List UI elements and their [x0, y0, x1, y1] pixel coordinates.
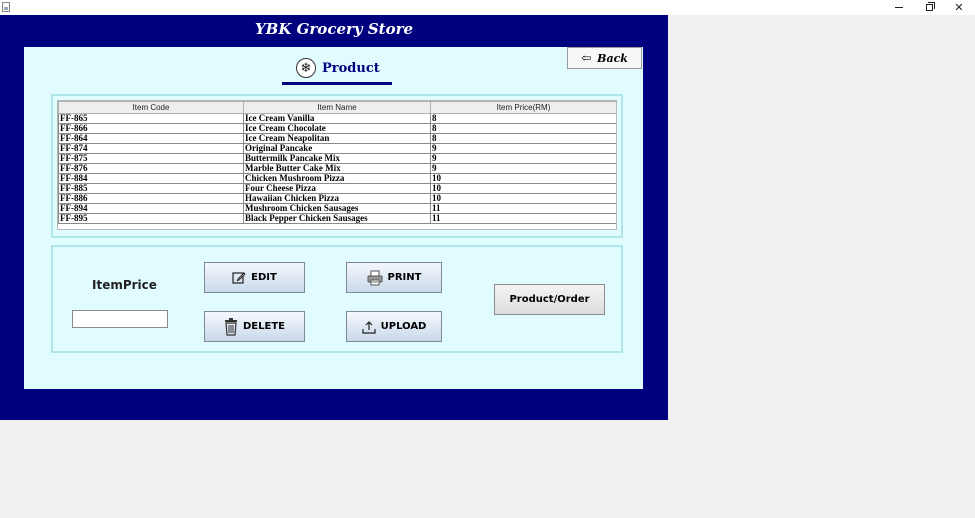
item-code-cell[interactable]: FF-885	[58, 183, 244, 194]
item-code-cell[interactable]: FF-876	[58, 163, 244, 174]
product-order-button[interactable]: Product/Order	[494, 284, 605, 315]
table-row[interactable]: FF-886 Hawaiian Chicken Pizza 10	[58, 193, 616, 204]
delete-button-label: DELETE	[243, 321, 285, 332]
close-button[interactable]: ✕	[944, 0, 974, 15]
close-icon: ✕	[954, 1, 964, 14]
table-row[interactable]: FF-864 Ice Cream Neapolitan 8	[58, 133, 616, 144]
item-name-cell[interactable]: Mushroom Chicken Sausages	[243, 203, 431, 214]
item-name-cell[interactable]: Original Pancake	[243, 143, 431, 154]
product-table-panel: Item Code Item Name Item Price(RM) FF-86…	[51, 94, 623, 238]
item-price-cell[interactable]: 8	[430, 133, 616, 144]
minimize-button[interactable]	[884, 0, 914, 15]
table-row[interactable]: FF-884 Chicken Mushroom Pizza 10	[58, 173, 616, 184]
edit-button-label: EDIT	[251, 272, 277, 283]
app-title: YBK Grocery Store	[254, 20, 414, 38]
item-code-cell[interactable]: FF-864	[58, 133, 244, 144]
table-row[interactable]: FF-876 Marble Butter Cake Mix 9	[58, 163, 616, 174]
item-price-cell[interactable]: 11	[430, 203, 616, 214]
print-button-label: PRINT	[387, 272, 422, 283]
upload-button-label: UPLOAD	[380, 321, 427, 332]
edit-icon	[232, 271, 246, 285]
item-name-cell[interactable]: Hawaiian Chicken Pizza	[243, 193, 431, 204]
table-row[interactable]: FF-885 Four Cheese Pizza 10	[58, 183, 616, 194]
table-row[interactable]: FF-865 Ice Cream Vanilla 8	[58, 113, 616, 124]
item-name-cell[interactable]: Buttermilk Pancake Mix	[243, 153, 431, 164]
window-titlebar: ✕	[0, 0, 975, 15]
item-name-cell[interactable]: Chicken Mushroom Pizza	[243, 173, 431, 184]
item-code-cell[interactable]: FF-874	[58, 143, 244, 154]
item-code-cell[interactable]: FF-875	[58, 153, 244, 164]
snowflake-logo-icon: ❄	[296, 58, 316, 78]
item-price-cell[interactable]: 8	[430, 113, 616, 124]
table-row[interactable]: FF-894 Mushroom Chicken Sausages 11	[58, 203, 616, 214]
delete-button[interactable]: DELETE	[204, 311, 305, 342]
minimize-icon	[895, 7, 903, 8]
item-price-cell[interactable]: 9	[430, 153, 616, 164]
product-table: Item Code Item Name Item Price(RM) FF-86…	[58, 101, 616, 224]
table-row[interactable]: FF-866 Ice Cream Chocolate 8	[58, 123, 616, 134]
item-price-input[interactable]	[72, 310, 168, 328]
item-name-cell[interactable]: Ice Cream Vanilla	[243, 113, 431, 124]
item-price-cell[interactable]: 11	[430, 213, 616, 224]
item-price-cell[interactable]: 10	[430, 193, 616, 204]
item-price-cell[interactable]: 10	[430, 173, 616, 184]
upload-icon	[362, 320, 376, 334]
column-header-item-name[interactable]: Item Name	[243, 101, 431, 114]
upload-button[interactable]: UPLOAD	[346, 311, 442, 342]
arrow-left-icon: ⇦	[581, 51, 592, 65]
item-price-cell[interactable]: 9	[430, 143, 616, 154]
item-price-label: ItemPrice	[92, 278, 157, 292]
edit-button[interactable]: EDIT	[204, 262, 305, 293]
item-price-cell[interactable]: 8	[430, 123, 616, 134]
item-name-cell[interactable]: Black Pepper Chicken Sausages	[243, 213, 431, 224]
column-header-item-code[interactable]: Item Code	[58, 101, 244, 114]
item-code-cell[interactable]: FF-866	[58, 123, 244, 134]
item-price-cell[interactable]: 9	[430, 163, 616, 174]
action-panel: ItemPrice EDIT DELETE PRINT UPLOAD Produ…	[51, 245, 623, 353]
table-row[interactable]: FF-895 Black Pepper Chicken Sausages 11	[58, 213, 616, 224]
table-header-row: Item Code Item Name Item Price(RM)	[58, 101, 616, 114]
trash-icon	[224, 317, 238, 336]
print-button[interactable]: PRINT	[346, 262, 442, 293]
back-button-label: Back	[597, 51, 628, 65]
item-code-cell[interactable]: FF-865	[58, 113, 244, 124]
item-name-cell[interactable]: Four Cheese Pizza	[243, 183, 431, 194]
java-app-icon	[2, 2, 10, 12]
page-title: Product	[322, 60, 380, 76]
title-underline	[282, 82, 392, 85]
item-price-cell[interactable]: 10	[430, 183, 616, 194]
app-frame: YBK Grocery Store ⇦ Back ❄ Product Item …	[0, 15, 668, 420]
item-code-cell[interactable]: FF-894	[58, 203, 244, 214]
table-row[interactable]: FF-875 Buttermilk Pancake Mix 9	[58, 153, 616, 164]
table-row[interactable]: FF-874 Original Pancake 9	[58, 143, 616, 154]
column-header-item-price[interactable]: Item Price(RM)	[430, 101, 616, 114]
printer-icon	[367, 270, 383, 286]
product-table-scrollpane[interactable]: Item Code Item Name Item Price(RM) FF-86…	[57, 100, 617, 230]
back-button[interactable]: ⇦ Back	[567, 47, 642, 69]
item-code-cell[interactable]: FF-884	[58, 173, 244, 184]
page-header: ❄ Product	[296, 55, 392, 81]
item-name-cell[interactable]: Ice Cream Chocolate	[243, 123, 431, 134]
item-name-cell[interactable]: Marble Butter Cake Mix	[243, 163, 431, 174]
content-panel: ⇦ Back ❄ Product Item Code Item Name Ite…	[24, 47, 643, 389]
item-code-cell[interactable]: FF-895	[58, 213, 244, 224]
item-code-cell[interactable]: FF-886	[58, 193, 244, 204]
item-name-cell[interactable]: Ice Cream Neapolitan	[243, 133, 431, 144]
restore-icon	[925, 2, 935, 11]
restore-button[interactable]	[914, 0, 944, 15]
